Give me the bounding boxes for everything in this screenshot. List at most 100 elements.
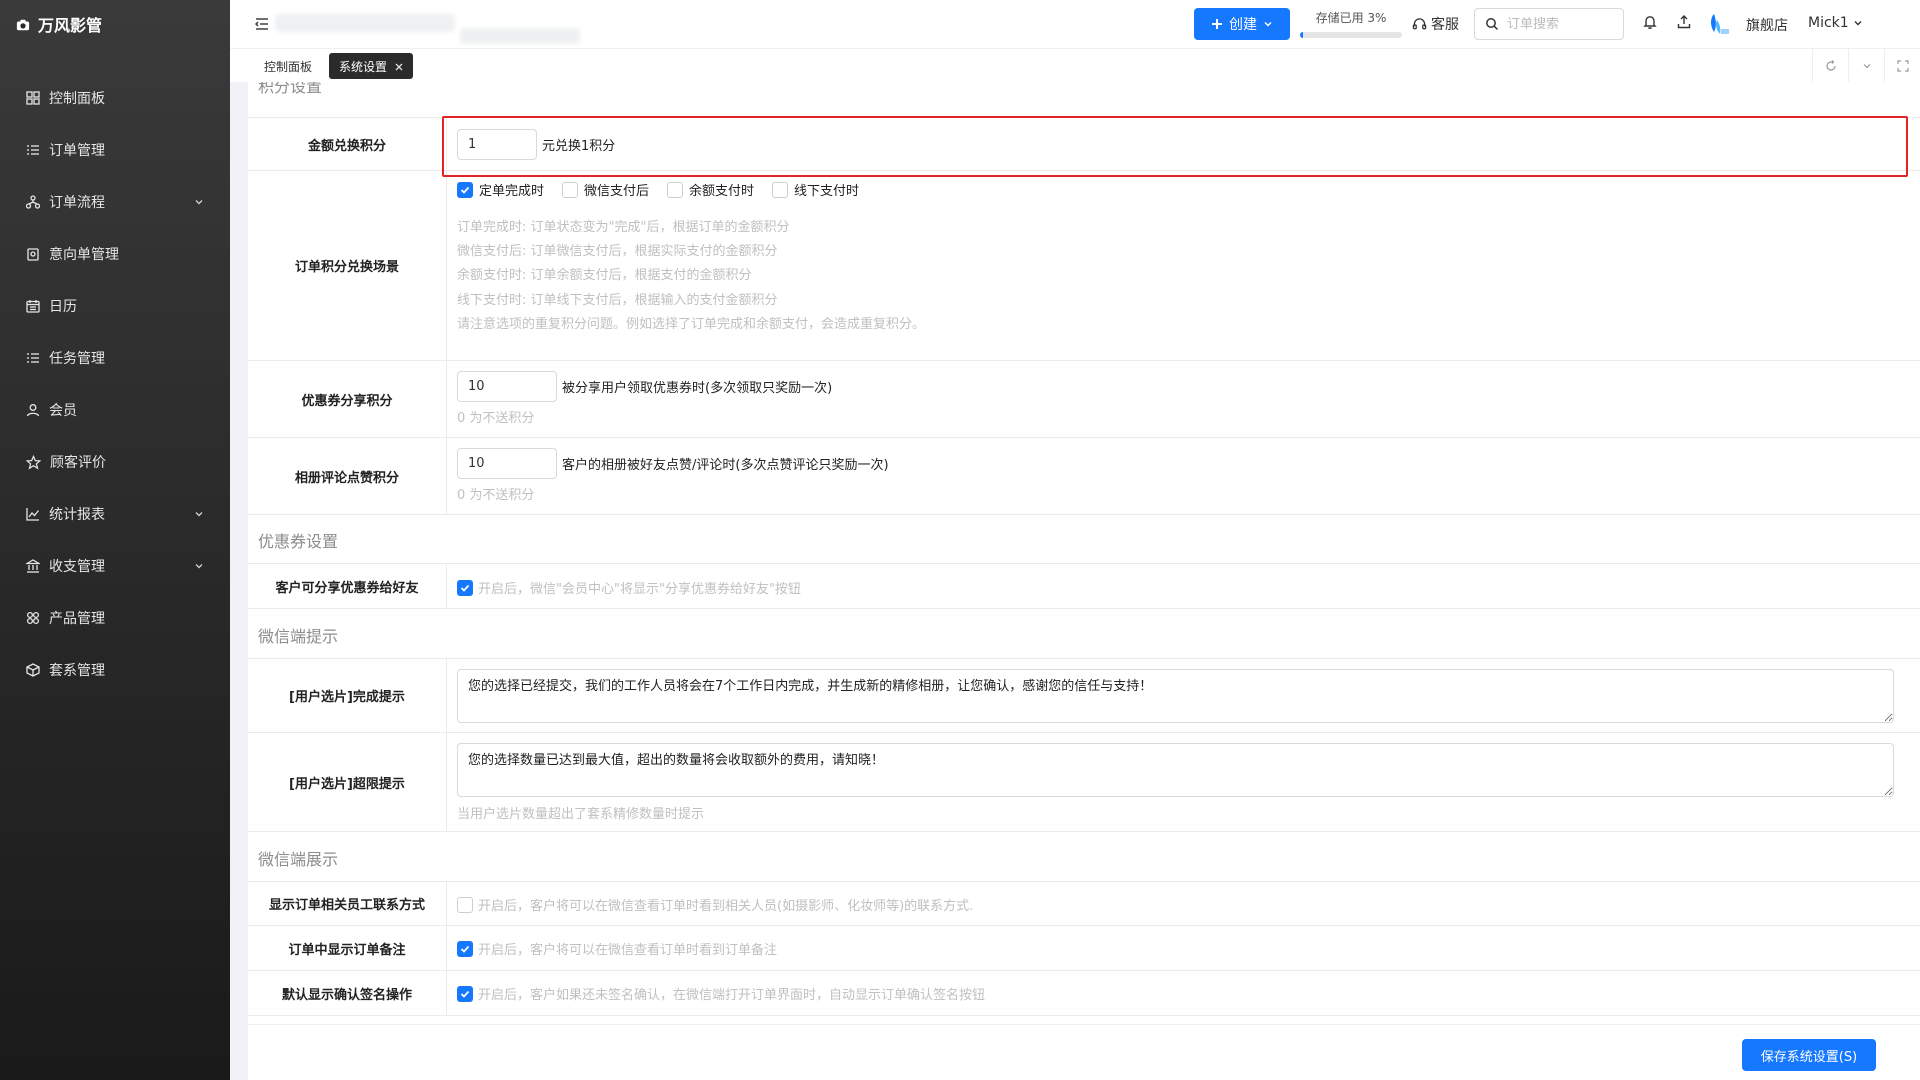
- row-label: [用户选片]完成提示: [248, 659, 447, 732]
- chevron-down-icon[interactable]: [1848, 49, 1884, 83]
- chart-icon: [26, 506, 40, 522]
- sidebar-item-packages[interactable]: 套系管理: [0, 644, 230, 696]
- sidebar-item-orders[interactable]: 订单管理: [0, 124, 230, 176]
- tab-label: 系统设置: [339, 59, 388, 74]
- close-icon[interactable]: [395, 59, 403, 73]
- checkbox[interactable]: [457, 985, 473, 1002]
- storage-usage: 存储已用 3%: [1300, 9, 1402, 38]
- tab-label: 控制面板: [264, 59, 313, 74]
- section-title-wechat-tips: 微信端提示: [258, 627, 339, 646]
- headset-icon: [1412, 16, 1427, 32]
- row-label: 金额兑换积分: [248, 118, 447, 170]
- sidebar-item-reports[interactable]: 统计报表: [0, 488, 230, 540]
- user-menu[interactable]: Mick1: [1808, 15, 1863, 31]
- section-title-points: 积分设置: [258, 82, 323, 96]
- exchange-field: 元兑换1积分: [457, 129, 615, 160]
- sidebar-item-dashboard[interactable]: 控制面板: [0, 72, 230, 124]
- sidebar-item-members[interactable]: 会员: [0, 384, 230, 436]
- bell-icon[interactable]: [1642, 14, 1658, 30]
- row-album-comment-points: 相册评论点赞积分 客户的相册被好友点赞/评论时(多次点赞评论只奖励一次) 0 为…: [248, 438, 1920, 515]
- sidebar-item-finance[interactable]: 收支管理: [0, 540, 230, 592]
- create-label: 创建: [1229, 17, 1257, 33]
- chevron-down-icon: [194, 558, 204, 574]
- tab-system-settings[interactable]: 系统设置: [329, 53, 414, 79]
- exchange-suffix: 元兑换1积分: [542, 139, 616, 154]
- search-input[interactable]: [1507, 16, 1607, 32]
- sidebar-item-label: 订单流程: [49, 195, 105, 211]
- checkbox[interactable]: [457, 579, 473, 596]
- hint-text: 开启后，客户将可以在微信查看订单时看到订单备注: [478, 943, 778, 958]
- hint-text: 开启后，客户将可以在微信查看订单时看到相关人员(如摄影师、化妆师等)的联系方式.: [478, 899, 974, 914]
- upload-icon[interactable]: [1676, 14, 1692, 30]
- scene-option-order-complete[interactable]: 定单完成时: [457, 180, 544, 199]
- coupon-share-field: 被分享用户领取优惠券时(多次领取只奖励一次) 0 为不送积分: [457, 371, 832, 426]
- sidebar-item-intent-orders[interactable]: 意向单管理: [0, 228, 230, 280]
- scene-option-wechat-pay[interactable]: 微信支付后: [562, 180, 649, 199]
- hint-text: 请注意选项的重复积分问题。例如选择了订单完成和余额支付，会造成重复积分。: [457, 316, 926, 332]
- staff-contact-field: 开启后，客户将可以在微信查看订单时看到相关人员(如摄影师、化妆师等)的联系方式.: [457, 895, 973, 914]
- sidebar-item-label: 收支管理: [49, 559, 105, 575]
- sidebar-item-label: 任务管理: [49, 351, 105, 367]
- checkbox[interactable]: [667, 181, 684, 198]
- tabs-bar: 控制面板 系统设置: [230, 48, 1920, 83]
- create-button[interactable]: 创建: [1194, 8, 1290, 40]
- sidebar-item-products[interactable]: 产品管理: [0, 592, 230, 644]
- limit-tip-textarea[interactable]: 您的选择数量已达到最大值，超出的数量将会收取额外的费用，请知晓！: [457, 743, 1894, 797]
- exchange-amount-input[interactable]: [457, 129, 537, 160]
- customer-service-label: 客服: [1431, 17, 1459, 33]
- hint-text: 订单完成时: 订单状态变为"完成"后，根据订单的金额积分: [457, 220, 790, 235]
- coupon-share-points-input[interactable]: [457, 371, 557, 402]
- row-select-done-tip: [用户选片]完成提示 您的选择已经提交，我们的工作人员将会在7个工作日内完成，并…: [248, 658, 1920, 733]
- hint-text: 开启后，客户如果还未签名确认，在微信端打开订单界面时，自动显示订单确认签名按钮: [478, 988, 986, 1003]
- scene-option-balance-pay[interactable]: 余额支付时: [667, 180, 754, 199]
- hint-text: 余额支付时: 订单余额支付后，根据支付的金额积分: [457, 268, 752, 284]
- row-points-scene: 订单积分兑换场景 定单完成时 微信支付后 余额支付时 线下支付时 订单完成时: …: [248, 171, 1920, 361]
- chevron-down-icon: [194, 194, 204, 210]
- scene-hints: 订单完成时: 订单状态变为"完成"后，根据订单的金额积分 微信支付后: 订单微信…: [457, 216, 925, 337]
- customer-service-button[interactable]: 客服: [1412, 14, 1459, 34]
- hint-text: 微信支付后: 订单微信支付后，根据实际支付的金额积分: [457, 244, 778, 260]
- refresh-icon[interactable]: [1812, 49, 1848, 83]
- sidebar-item-order-flow[interactable]: 订单流程: [0, 176, 230, 228]
- album-comment-suffix: 客户的相册被好友点赞/评论时(多次点赞评论只奖励一次): [562, 458, 889, 473]
- tab-dashboard[interactable]: 控制面板: [254, 53, 322, 79]
- sidebar-item-calendar[interactable]: 日历: [0, 280, 230, 332]
- row-label: [用户选片]超限提示: [248, 733, 447, 831]
- checkbox[interactable]: [457, 940, 473, 957]
- sidebar-item-label: 日历: [49, 299, 77, 315]
- sidebar-item-label: 订单管理: [49, 143, 105, 159]
- shop-logo-icon: [1708, 12, 1730, 36]
- sidebar: 万风影管 控制面板 订单管理 订单流程 意向单管理 日历 任务管理 会员 顾客评…: [0, 0, 230, 1080]
- hint-text: 线下支付时: 订单线下支付后，根据输入的支付金额积分: [457, 292, 778, 308]
- option-label: 线下支付时: [794, 184, 860, 199]
- checkbox[interactable]: [457, 181, 473, 198]
- sidebar-item-tasks[interactable]: 任务管理: [0, 332, 230, 384]
- sidebar-item-label: 会员: [49, 403, 77, 419]
- menu-collapse-icon[interactable]: [254, 16, 270, 32]
- row-select-limit-tip: [用户选片]超限提示 您的选择数量已达到最大值，超出的数量将会收取额外的费用，请…: [248, 733, 1920, 832]
- brand[interactable]: 万风影管: [0, 0, 230, 48]
- album-comment-points-input[interactable]: [457, 448, 557, 479]
- checkbox[interactable]: [772, 181, 789, 198]
- coupon-share-friends-field: 开启后，微信"会员中心"将显示"分享优惠券给好友"按钮: [457, 578, 801, 597]
- grid-icon: [26, 90, 40, 106]
- order-search[interactable]: [1474, 8, 1624, 40]
- checkbox[interactable]: [457, 896, 473, 913]
- fullscreen-icon[interactable]: [1884, 49, 1920, 83]
- checkbox[interactable]: [562, 181, 579, 198]
- shop-name[interactable]: 旗舰店: [1746, 15, 1788, 35]
- sign-confirm-field: 开启后，客户如果还未签名确认，在微信端打开订单界面时，自动显示订单确认签名按钮: [457, 984, 985, 1003]
- section-title-coupon: 优惠券设置: [258, 532, 339, 551]
- save-settings-button[interactable]: 保存系统设置(S): [1742, 1039, 1876, 1071]
- row-label: 优惠券分享积分: [248, 361, 447, 437]
- sidebar-item-reviews[interactable]: 顾客评价: [0, 436, 230, 488]
- scene-option-offline-pay[interactable]: 线下支付时: [772, 180, 859, 199]
- done-tip-textarea[interactable]: 您的选择已经提交，我们的工作人员将会在7个工作日内完成，并生成新的精修相册，让您…: [457, 669, 1894, 723]
- chevron-down-icon: [194, 506, 204, 522]
- sidebar-item-label: 套系管理: [49, 663, 105, 679]
- section-title-wechat-display: 微信端展示: [258, 850, 339, 869]
- sidebar-item-label: 统计报表: [49, 507, 105, 523]
- row-label: 显示订单相关员工联系方式: [248, 882, 447, 925]
- storage-progress-fill: [1300, 32, 1304, 38]
- option-label: 余额支付时: [689, 184, 755, 199]
